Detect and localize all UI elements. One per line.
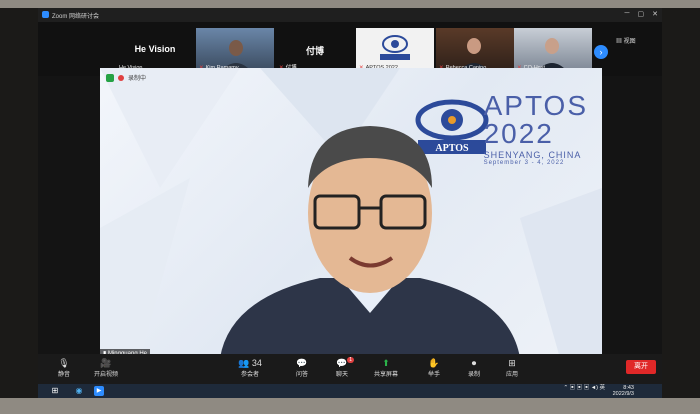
monitor-screen: Zoom 网络研讨会 ─ ▢ ✕ He Vision He Vision ✕Ki… — [38, 8, 662, 398]
microphone-icon: 🎙 — [58, 358, 70, 368]
clock-date: 2022/9/3 — [612, 391, 634, 397]
clock[interactable]: 8:43 2022/9/3 — [613, 385, 634, 397]
system-tray: ⌃ ▣ ▣ ▣ ◄) 英 8:43 2022/9/3 — [564, 385, 635, 397]
recording-indicator: 录制中 — [106, 73, 146, 82]
apps-button[interactable]: ⊞ 应用 — [494, 358, 530, 378]
participants-button[interactable]: 👥 34 参会者 — [232, 358, 268, 378]
chat-button[interactable]: 💬 1 聊天 — [324, 357, 360, 378]
participant-tile[interactable]: ✕APTOS 2022 — [356, 28, 434, 72]
zoom-taskbar-icon[interactable]: ▶ — [94, 386, 104, 396]
record-icon: ⏺ — [471, 358, 477, 368]
shield-icon — [106, 73, 114, 82]
apps-icon: ⊞ — [508, 358, 516, 368]
window-titlebar: Zoom 网络研讨会 ─ ▢ ✕ — [38, 8, 662, 22]
windows-start-icon[interactable]: ⊞ — [50, 386, 60, 396]
view-label: 视图 — [623, 39, 636, 45]
close-icon[interactable]: ✕ — [652, 10, 658, 18]
chat-icon: 💬 — [336, 358, 348, 368]
tray-icons[interactable]: ⌃ ▣ ▣ ▣ ◄) — [564, 385, 600, 391]
chat-badge: 1 — [347, 357, 354, 363]
monitor-bezel-top — [0, 0, 700, 8]
speaker-video — [220, 126, 520, 358]
raise-hand-button[interactable]: ✋ 举手 — [416, 358, 452, 378]
mute-button[interactable]: 🎙 静音 — [46, 358, 82, 378]
view-button[interactable]: ▦ 视图 — [616, 36, 636, 45]
people-icon: 👥 34 — [238, 358, 262, 368]
start-video-button[interactable]: 🎥 开启视频 — [88, 358, 124, 378]
participant-tile[interactable]: ✕Rebecca Canino — [436, 28, 514, 72]
edge-browser-icon[interactable]: ◉ — [74, 386, 84, 396]
participant-tile[interactable]: ✕Kim Ramamy — [196, 28, 274, 72]
qa-button[interactable]: 💬 问答 — [284, 358, 320, 378]
monitor-bezel-bottom — [0, 398, 700, 414]
input-language[interactable]: 英 — [600, 385, 606, 391]
video-off-icon: 🎥 — [100, 358, 112, 368]
participants-count: 34 — [251, 358, 262, 368]
participant-tile[interactable]: He Vision He Vision — [116, 28, 194, 72]
window-controls: ─ ▢ ✕ — [625, 10, 658, 18]
active-speaker-video: 录制中 APTOS APTOS 2022 SHENYANG, CHINA Sep… — [100, 68, 602, 358]
qa-icon: 💬 — [296, 358, 308, 368]
window-title: Zoom 网络研讨会 — [52, 14, 100, 20]
tile-display-name: 付博 — [305, 46, 324, 56]
recording-icon — [118, 74, 124, 81]
strip-next-button[interactable]: › — [594, 45, 608, 59]
leave-button[interactable]: 离开 — [626, 360, 656, 374]
zoom-app-icon — [42, 11, 49, 18]
share-screen-button[interactable]: ⬆ 共享屏幕 — [368, 358, 404, 378]
tile-display-name: He Vision — [134, 44, 176, 54]
hand-icon: ✋ — [428, 358, 440, 368]
grid-icon: ▦ — [616, 39, 624, 45]
share-icon: ⬆ — [382, 358, 390, 368]
windows-taskbar: ⊞ ◉ ▶ ⌃ ▣ ▣ ▣ ◄) 英 8:43 2022/9/3 — [38, 384, 662, 398]
recording-label: 录制中 — [128, 76, 147, 82]
meeting-toolbar: 🎙 静音 🎥 开启视频 👥 34 参会者 💬 问答 💬 1 聊天 ⬆ 共享屏幕 ✋ 举手 ⏺ 录制… — [38, 354, 662, 384]
minimize-icon[interactable]: ─ — [625, 10, 630, 18]
participant-tile[interactable]: 付博 ✕付博 — [276, 28, 354, 72]
record-button[interactable]: ⏺ 录制 — [456, 358, 492, 378]
maximize-icon[interactable]: ▢ — [638, 10, 645, 18]
participant-tile[interactable]: ✕CO-Host — [514, 28, 592, 72]
